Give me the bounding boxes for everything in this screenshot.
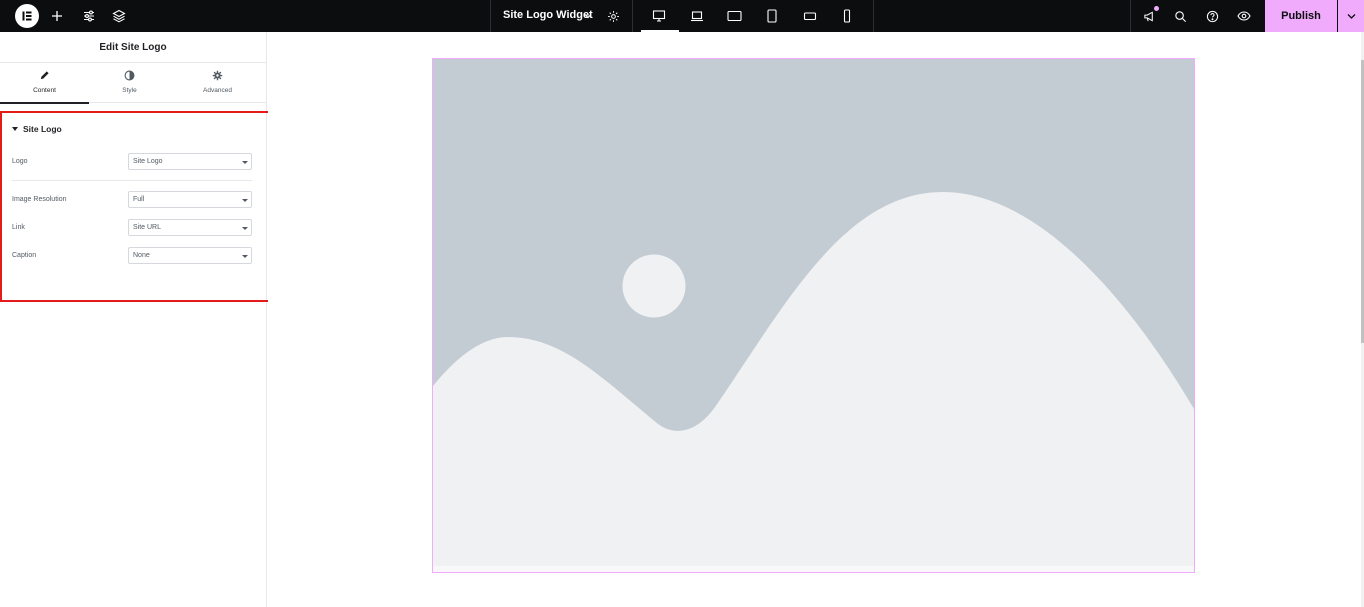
caption-select-value: None	[133, 252, 150, 259]
pencil-icon	[0, 70, 89, 82]
divider	[12, 180, 252, 181]
mobile-device-icon[interactable]	[829, 0, 865, 32]
link-select[interactable]: Site URL	[128, 219, 252, 236]
tab-label: Style	[122, 87, 137, 94]
dropdown-arrow-icon	[242, 227, 248, 230]
section-toggle[interactable]: Site Logo	[12, 124, 62, 134]
site-logo-section: Site Logo Logo Site Logo Image Resolutio…	[0, 111, 270, 302]
divider	[1130, 0, 1131, 32]
dropdown-arrow-icon	[242, 161, 248, 164]
top-bar: Site Logo Widget Publish	[0, 0, 1364, 32]
image-resolution-label: Image Resolution	[12, 196, 67, 203]
desktop-device-icon[interactable]	[641, 0, 679, 32]
site-logo-widget[interactable]	[432, 58, 1195, 573]
panel-title: Edit Site Logo	[0, 32, 266, 63]
logo-select[interactable]: Site Logo	[128, 153, 252, 170]
laptop-device-icon[interactable]	[679, 0, 715, 32]
mobile-extra-device-icon[interactable]	[792, 0, 828, 32]
tab-label: Content	[33, 87, 56, 94]
logo-label: Logo	[12, 158, 28, 165]
tablet-device-icon[interactable]	[754, 0, 790, 32]
image-resolution-select[interactable]: Full	[128, 191, 252, 208]
editor-panel: Edit Site Logo Content Style Advanced Si…	[0, 32, 270, 607]
image-placeholder-icon	[433, 59, 1194, 572]
page-settings-gear-icon[interactable]	[605, 8, 621, 24]
site-settings-icon[interactable]	[81, 8, 97, 24]
whats-new-megaphone-icon[interactable]	[1141, 6, 1159, 24]
half-circle-contrast-icon	[85, 70, 174, 82]
notification-dot	[1154, 6, 1159, 11]
tablet-extra-device-icon[interactable]	[716, 0, 752, 32]
structure-layers-icon[interactable]	[111, 8, 127, 24]
panel-tabs: Content Style Advanced	[0, 63, 266, 104]
tab-content[interactable]: Content	[0, 63, 89, 104]
link-select-value: Site URL	[133, 224, 162, 231]
finder-search-icon[interactable]	[1172, 8, 1188, 24]
section-title: Site Logo	[23, 124, 62, 134]
tab-advanced[interactable]: Advanced	[173, 63, 262, 103]
publish-button[interactable]: Publish	[1265, 0, 1337, 32]
tab-label: Advanced	[203, 87, 232, 94]
link-label: Link	[12, 224, 25, 231]
chevron-down-icon[interactable]	[580, 8, 596, 24]
caret-down-icon	[12, 127, 18, 131]
divider	[873, 0, 874, 32]
caption-label: Caption	[12, 252, 37, 259]
dropdown-arrow-icon	[242, 199, 248, 202]
tab-style[interactable]: Style	[85, 63, 174, 103]
preview-eye-icon[interactable]	[1236, 8, 1252, 24]
add-element-icon[interactable]	[49, 8, 65, 24]
caption-select[interactable]: None	[128, 247, 252, 264]
logo-select-value: Site Logo	[133, 158, 163, 165]
gear-icon	[173, 70, 262, 82]
publish-options-chevron-icon[interactable]	[1338, 0, 1364, 32]
dropdown-arrow-icon	[242, 255, 248, 258]
help-icon[interactable]	[1204, 8, 1220, 24]
elementor-logo-icon[interactable]	[15, 4, 39, 28]
image-resolution-value: Full	[133, 196, 145, 203]
document-title-area[interactable]: Site Logo Widget	[490, 0, 633, 32]
